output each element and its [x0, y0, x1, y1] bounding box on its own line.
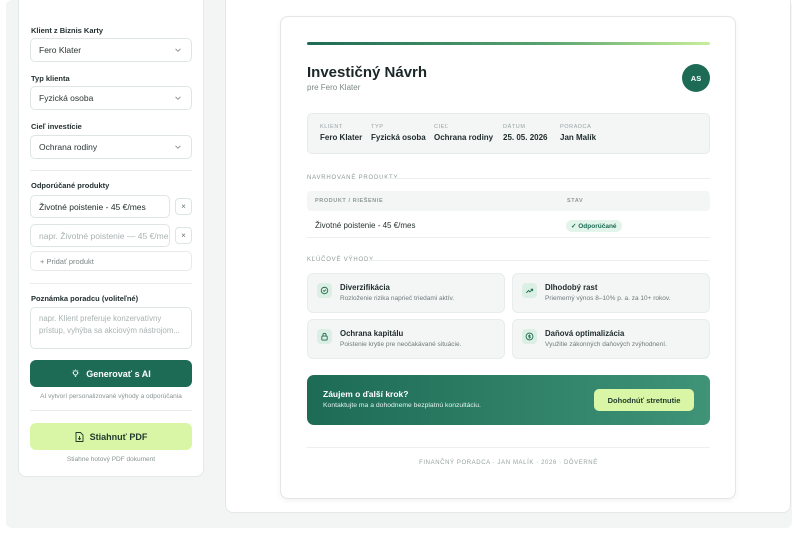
document-download-icon: [75, 431, 84, 442]
section-divider: [381, 178, 710, 179]
add-product-button[interactable]: + Pridať produkt: [30, 251, 192, 271]
chevron-down-icon: [175, 96, 181, 100]
generate-hint: AI vytvorí personalizované výhody a odpo…: [40, 393, 182, 400]
benefits-heading: KĽÚČOVÉ VÝHODY: [307, 257, 374, 263]
download-pdf-button[interactable]: Stiahnuť PDF: [30, 423, 192, 450]
goal-label: Cieľ investície: [31, 122, 82, 131]
generate-ai-button[interactable]: Generovať s AI: [30, 360, 192, 387]
avatar: AS: [682, 64, 710, 92]
doc-title: Investičný Návrh: [307, 64, 428, 81]
meta-goal: CIEĽ Ochrana rodiny: [434, 124, 493, 142]
doc-subtitle: pre Fero Klater: [307, 83, 361, 92]
client-select[interactable]: Fero Klater: [30, 38, 192, 62]
product-input[interactable]: Životné poistenie - 45 €/mes: [30, 195, 170, 218]
benefit-card: Dlhodobý rast Priemerný výnos 8–10% p. a…: [512, 273, 710, 313]
meta-value: Fero Klater: [320, 133, 363, 142]
benefit-desc: Poistenie krytie pre neočakávané situáci…: [340, 341, 462, 348]
chevron-down-icon: [175, 145, 181, 149]
meta-value: Ochrana rodiny: [434, 133, 494, 142]
download-pdf-label: Stiahnuť PDF: [89, 431, 148, 442]
benefit-title: Ochrana kapitálu: [340, 329, 404, 338]
divider: [30, 170, 192, 171]
products-table-header: PRODUKT / RIEŠENIE STAV: [307, 191, 710, 211]
goal-select[interactable]: Ochrana rodiny: [30, 135, 192, 159]
target-icon: [317, 283, 332, 298]
doc-footer: FINANČNÝ PORADCA · JAN MALÍK · 2026 · DÔ…: [419, 460, 598, 466]
meta-key: TYP: [371, 124, 384, 130]
benefit-desc: Rozloženie rizika naprieč triedami aktív…: [340, 295, 455, 302]
divider: [30, 410, 192, 411]
app-window: Klient z Biznis Karty Fero Klater Typ kl…: [6, 0, 792, 528]
meta-date: DÁTUM 25. 05. 2026: [503, 124, 547, 142]
meta-client: KLIENT Fero Klater: [320, 124, 362, 142]
meta-key: CIEĽ: [434, 124, 449, 130]
remove-product-button[interactable]: ×: [175, 198, 192, 215]
pdf-hint: Stiahne hotový PDF dokument: [66, 456, 156, 463]
footer-divider: [307, 447, 710, 448]
section-divider: [369, 260, 710, 261]
meta-info-box: KLIENT Fero Klater TYP Fyzická osoba CIE…: [307, 113, 710, 154]
lock-icon: [317, 329, 332, 344]
cta-banner: Záujem o ďalší krok? Kontaktujte ma a do…: [307, 375, 710, 425]
chevron-down-icon: [175, 48, 181, 52]
table-cell-product: Životné poistenie - 45 €/mes: [315, 221, 416, 230]
preview-panel: Investičný Návrh pre Fero Klater AS KLIE…: [225, 0, 791, 513]
product-input-empty[interactable]: napr. Životné poistenie — 45 €/mes: [30, 224, 170, 247]
benefit-desc: Využitie zákonných daňových zvýhodnení.: [545, 341, 667, 348]
schedule-meeting-button[interactable]: Dohodnúť stretnutie: [594, 389, 694, 411]
meta-value: 25. 05. 2026: [503, 133, 548, 142]
table-divider: [307, 237, 710, 238]
meta-key: PORADCA: [560, 124, 592, 130]
accent-bar: [307, 42, 710, 45]
benefit-card: Diverzifikácia Rozloženie rizika naprieč…: [307, 273, 505, 313]
divider: [30, 283, 192, 284]
benefit-title: Daňová optimalizácia: [545, 329, 625, 338]
type-select[interactable]: Fyzická osoba: [30, 86, 192, 110]
products-label: Odporúčané produkty: [31, 181, 110, 190]
goal-select-value: Ochrana rodiny: [39, 142, 98, 152]
meta-value: Jan Malík: [560, 133, 597, 142]
benefit-title: Diverzifikácia: [340, 283, 390, 292]
column-header-product: PRODUKT / RIEŠENIE: [315, 198, 384, 204]
column-header-status: STAV: [567, 198, 584, 204]
note-label: Poznámka poradcu (voliteľné): [31, 294, 139, 303]
bulb-icon: [72, 369, 80, 378]
meta-key: KLIENT: [320, 124, 343, 130]
generate-ai-label: Generovať s AI: [86, 368, 151, 379]
cta-description: Kontaktujte ma a dohodneme bezplatnú kon…: [323, 402, 481, 409]
sidebar-form: Klient z Biznis Karty Fero Klater Typ kl…: [18, 0, 204, 477]
benefit-card: Ochrana kapitálu Poistenie krytie pre ne…: [307, 319, 505, 359]
cta-title: Záujem o ďalší krok?: [323, 389, 409, 399]
status-badge: ✓ Odporúčané: [566, 220, 622, 232]
trend-up-icon: [522, 283, 537, 298]
meta-key: DÁTUM: [503, 124, 526, 130]
type-select-value: Fyzická osoba: [39, 93, 94, 103]
benefit-card: Daňová optimalizácia Využitie zákonných …: [512, 319, 710, 359]
meta-advisor: PORADCA Jan Malík: [560, 124, 596, 142]
coin-icon: [522, 329, 537, 344]
benefit-desc: Priemerný výnos 8–10% p. a. za 10+ rokov…: [545, 295, 671, 302]
type-label: Typ klienta: [31, 74, 70, 83]
remove-product-button[interactable]: ×: [175, 227, 192, 244]
client-label: Klient z Biznis Karty: [31, 26, 104, 35]
client-select-value: Fero Klater: [39, 45, 82, 55]
meta-value: Fyzická osoba: [371, 133, 426, 142]
proposal-document: Investičný Návrh pre Fero Klater AS KLIE…: [280, 16, 736, 499]
meta-type: TYP Fyzická osoba: [371, 124, 426, 142]
benefit-title: Dlhodobý rast: [545, 283, 598, 292]
note-textarea[interactable]: napr. Klient preferuje konzervatívny prí…: [30, 307, 192, 349]
